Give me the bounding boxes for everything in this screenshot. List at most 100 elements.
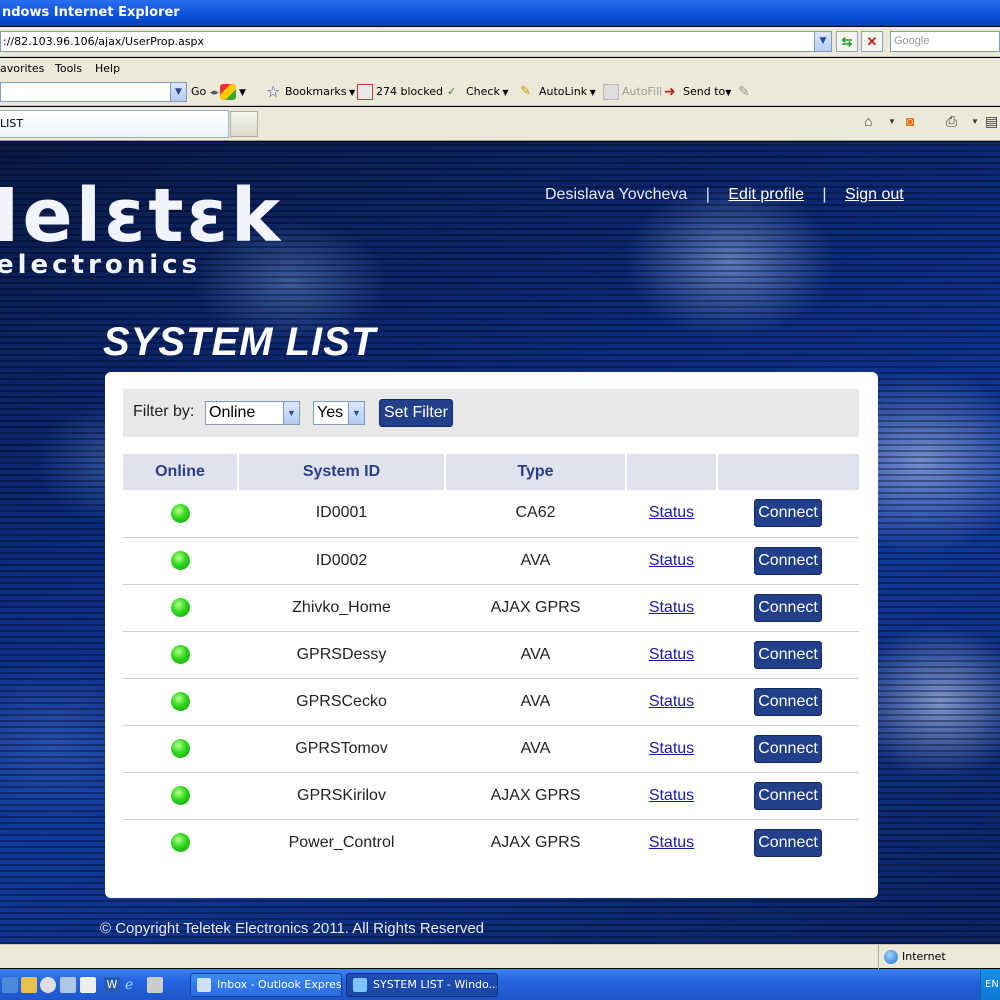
- online-status-icon: [171, 786, 190, 805]
- edit-profile-link[interactable]: Edit profile: [728, 186, 804, 203]
- refresh-icon[interactable]: ⇆: [836, 31, 858, 52]
- menu-tools[interactable]: Tools: [55, 58, 82, 80]
- pencil-icon[interactable]: ✎: [738, 80, 750, 106]
- connect-button[interactable]: Connect: [754, 687, 822, 716]
- set-filter-button[interactable]: Set Filter: [379, 399, 453, 427]
- window-icon[interactable]: [80, 977, 96, 993]
- filter-label: Filter by:: [133, 403, 195, 420]
- word-icon[interactable]: W: [104, 977, 120, 993]
- connect-button[interactable]: Connect: [754, 640, 822, 669]
- status-link[interactable]: Status: [649, 740, 694, 757]
- spellcheck-button[interactable]: ✓ Check ▼: [447, 80, 509, 106]
- system-id-cell: GPRSKirilov: [238, 772, 445, 820]
- connect-cell: Connect: [717, 819, 859, 866]
- page-icon[interactable]: ▤: [985, 113, 998, 130]
- user-name: Desislava Yovcheva: [545, 186, 688, 203]
- user-bar: Desislava Yovcheva | Edit profile | Sign…: [545, 186, 904, 204]
- chevron-down-icon[interactable]: ▼: [971, 117, 979, 126]
- popup-blocker-button[interactable]: 274 blocked: [357, 80, 443, 106]
- print-icon[interactable]: ⎙: [946, 113, 957, 130]
- menu-favorites[interactable]: avorites: [0, 58, 44, 80]
- status-link[interactable]: Status: [649, 834, 694, 851]
- connect-cell: Connect: [717, 678, 859, 726]
- status-link[interactable]: Status: [649, 599, 694, 616]
- system-id-cell: Zhivko_Home: [238, 584, 445, 632]
- connect-button[interactable]: Connect: [754, 734, 822, 763]
- taskbar-item-ie[interactable]: SYSTEM LIST - Windo...: [346, 973, 498, 997]
- go-button[interactable]: Go ◂▸: [191, 80, 219, 106]
- chevron-down-icon: ▼: [348, 402, 364, 424]
- connect-button[interactable]: Connect: [754, 593, 822, 622]
- ie-icon[interactable]: ℯ: [125, 977, 141, 993]
- connect-button[interactable]: Connect: [754, 499, 822, 528]
- chevron-down-icon[interactable]: ▼: [888, 117, 896, 126]
- column-header-type: Type: [445, 454, 627, 490]
- media-icon[interactable]: [40, 977, 56, 993]
- stop-icon[interactable]: ✕: [861, 31, 883, 52]
- toolbar-search-input[interactable]: ▼: [0, 82, 187, 102]
- status-link[interactable]: Status: [649, 646, 694, 663]
- connect-button[interactable]: Connect: [754, 828, 822, 857]
- wand-icon: ✎: [520, 84, 531, 99]
- send-icon: ➜: [664, 84, 676, 100]
- tab-system-list[interactable]: LIST: [0, 110, 229, 138]
- check-label: Check: [466, 85, 500, 98]
- sendto-button[interactable]: ➜ Send to▼: [664, 80, 731, 106]
- menu-help[interactable]: Help: [95, 58, 120, 80]
- feeds-icon[interactable]: ◙: [906, 113, 914, 129]
- connect-cell: Connect: [717, 725, 859, 773]
- system-id-cell: GPRSTomov: [238, 725, 445, 773]
- sign-out-link[interactable]: Sign out: [845, 186, 904, 203]
- taskbar: W ℯ Inbox - Outlook Express SYSTEM LIST …: [0, 969, 1000, 1000]
- web-page: Ielɛtɛk electronics Desislava Yovcheva |…: [0, 142, 1000, 944]
- new-tab-button[interactable]: [230, 111, 258, 137]
- chevron-down-icon: ▼: [239, 88, 246, 98]
- page-title: SYSTEM LIST: [103, 320, 377, 364]
- status-cell: Status: [626, 725, 717, 773]
- home-icon[interactable]: ⌂: [864, 113, 872, 129]
- security-zone: Internet: [878, 945, 946, 969]
- online-cell: [123, 537, 238, 585]
- app-icon[interactable]: [147, 977, 163, 993]
- google-toolbar: ▼ Go ◂▸ ▼ ☆ Bookmarks ▼ 274 blocked ✓ Chec…: [0, 80, 1000, 106]
- chevron-down-icon: ▼: [283, 402, 299, 424]
- filter-value-select[interactable]: Yes ▼: [313, 401, 365, 425]
- sendto-label: Send to: [683, 85, 726, 98]
- menu-bar: avorites Tools Help: [0, 58, 1000, 80]
- language-indicator[interactable]: EN: [980, 969, 1000, 1000]
- chevron-down-icon[interactable]: ▼: [814, 32, 831, 51]
- taskbar-item-outlook[interactable]: Inbox - Outlook Express: [190, 973, 342, 997]
- online-cell: [123, 490, 238, 538]
- status-link[interactable]: Status: [649, 552, 694, 569]
- autolink-button[interactable]: ✎ AutoLink ▼: [520, 80, 596, 106]
- chevron-down-icon[interactable]: ▼: [170, 83, 186, 101]
- search-input[interactable]: Google: [890, 31, 1000, 52]
- address-input[interactable]: ://82.103.96.106/ajax/UserProp.aspx ▼: [0, 31, 832, 52]
- online-status-icon: [171, 503, 190, 523]
- autofill-button[interactable]: AutoFill: [603, 80, 662, 106]
- online-cell: [123, 772, 238, 820]
- bookmarks-button[interactable]: ☆ Bookmarks ▼: [266, 80, 355, 106]
- app-icon[interactable]: [60, 977, 76, 993]
- connect-button[interactable]: Connect: [754, 781, 822, 810]
- window-title: ndows Internet Explorer: [0, 0, 1000, 26]
- status-cell: Status: [626, 584, 717, 632]
- status-link[interactable]: Status: [649, 693, 694, 710]
- table-row: Power_Control AJAX GPRS Status Connect: [123, 819, 859, 866]
- table-row: GPRSDessy AVA Status Connect: [123, 631, 859, 679]
- desktop-icon[interactable]: [2, 977, 18, 993]
- connect-cell: Connect: [717, 631, 859, 679]
- folder-icon[interactable]: [21, 977, 37, 993]
- status-link[interactable]: Status: [649, 504, 694, 521]
- filter-field-select[interactable]: Online ▼: [205, 401, 300, 425]
- pagerank-button[interactable]: ▼: [220, 80, 246, 106]
- connect-cell: Connect: [717, 584, 859, 632]
- type-cell: AVA: [445, 631, 626, 679]
- system-id-cell: ID0001: [238, 490, 445, 538]
- table-row: Zhivko_Home AJAX GPRS Status Connect: [123, 584, 859, 632]
- online-status-icon: [171, 833, 190, 853]
- arrow-icon: ◂▸: [209, 88, 219, 98]
- connect-button[interactable]: Connect: [754, 546, 822, 575]
- globe-icon: [884, 950, 898, 964]
- status-link[interactable]: Status: [649, 787, 694, 804]
